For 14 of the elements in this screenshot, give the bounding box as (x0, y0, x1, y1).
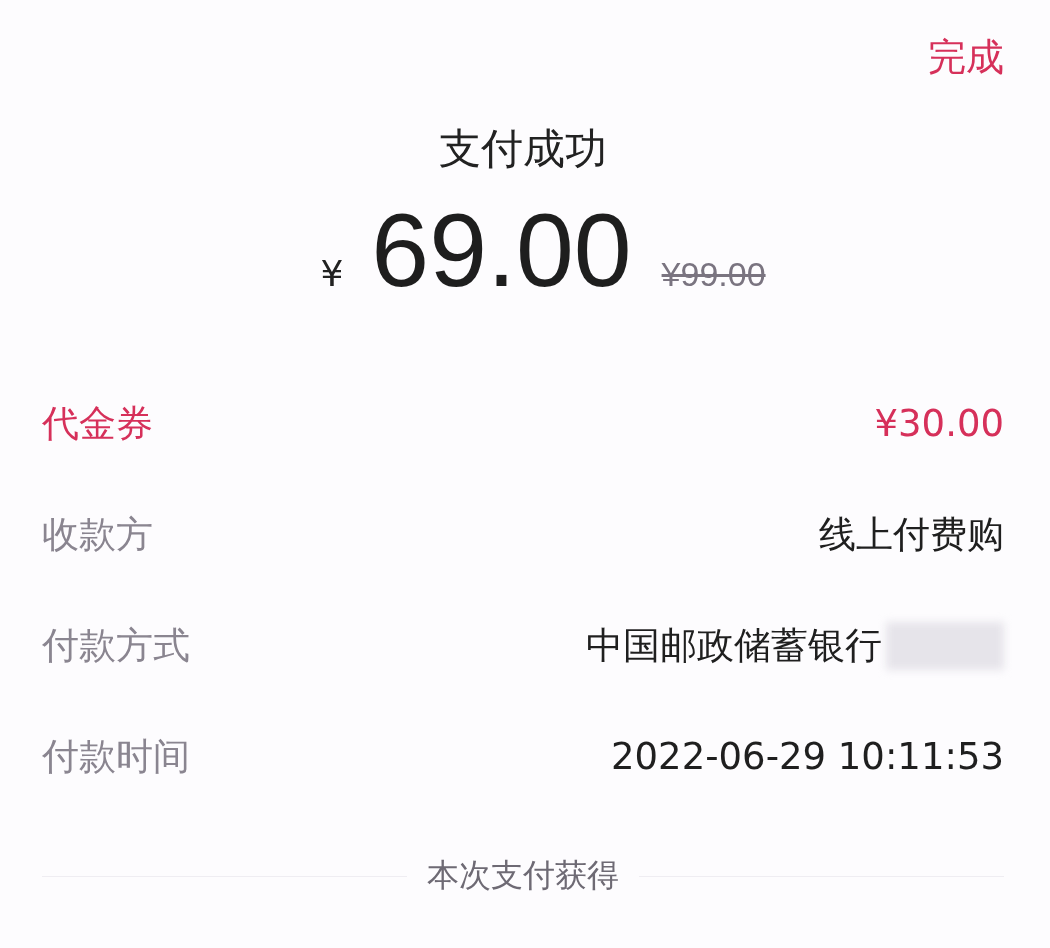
paid-amount: 69.00 (371, 191, 632, 310)
detail-value: 线上付费购 (819, 511, 1004, 558)
detail-label: 代金券 (42, 400, 153, 447)
rewards-heading: 本次支付获得 (427, 855, 619, 896)
detail-label: 收款方 (42, 511, 153, 558)
detail-label: 付款方式 (42, 622, 190, 669)
detail-value: 2022-06-29 10:11:53 (611, 735, 1004, 778)
currency-symbol: ¥ (320, 253, 344, 294)
payment-status-title: 支付成功 (438, 123, 608, 175)
detail-value: ¥30.00 (874, 402, 1004, 445)
detail-label: 付款时间 (42, 733, 190, 780)
original-price: ¥99.00 (661, 255, 766, 294)
detail-value: 中国邮政储蓄银行 (586, 622, 882, 669)
done-button[interactable]: 完成 (928, 32, 1004, 83)
